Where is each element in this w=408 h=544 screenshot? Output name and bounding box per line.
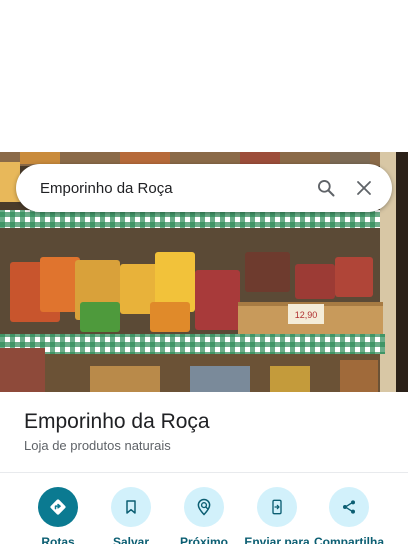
directions-button[interactable]: Rotas xyxy=(20,487,96,544)
share-button[interactable]: Compartilha xyxy=(311,487,387,544)
share-icon xyxy=(329,487,369,527)
save-button[interactable]: Salvar xyxy=(93,487,169,544)
search-bar[interactable]: Emporinho da Roça xyxy=(16,164,392,212)
top-blank-area xyxy=(0,0,408,152)
place-info-panel: Emporinho da Roça Loja de produtos natur… xyxy=(0,392,408,472)
price-tag-text: 12,90 xyxy=(295,310,318,320)
save-label: Salvar xyxy=(112,535,150,544)
search-icon[interactable] xyxy=(314,176,338,200)
share-label: Compartilha xyxy=(313,535,384,544)
close-icon[interactable] xyxy=(352,176,376,200)
send-to-phone-label: Enviar para xyxy=(244,535,310,544)
send-to-phone-icon xyxy=(257,487,297,527)
send-to-phone-button[interactable]: Enviar para xyxy=(239,487,315,544)
nearby-label: Próximo xyxy=(179,535,228,544)
nearby-button[interactable]: Próximo xyxy=(166,487,242,544)
directions-label: Rotas xyxy=(41,535,75,544)
search-query-text[interactable]: Emporinho da Roça xyxy=(40,180,314,197)
nearby-icon xyxy=(184,487,224,527)
bookmark-icon xyxy=(111,487,151,527)
place-category: Loja de produtos naturais xyxy=(24,438,171,453)
action-bar: Rotas Salvar Próximo Enviar para Compart… xyxy=(0,473,408,544)
directions-icon xyxy=(38,487,78,527)
place-title: Emporinho da Roça xyxy=(24,410,210,433)
